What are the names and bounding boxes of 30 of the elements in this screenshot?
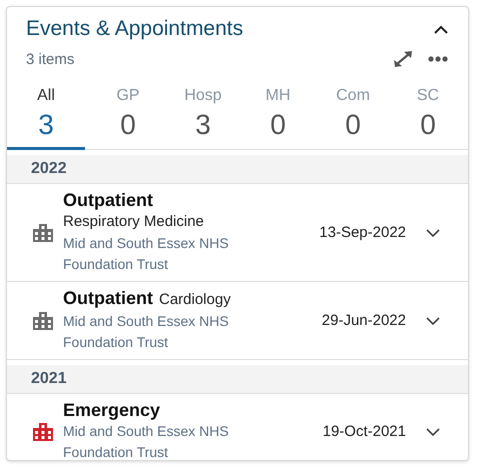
event-organisation: Mid and South Essex NHS Foundation Trust	[63, 234, 230, 274]
event-date: 29-Jun-2022	[322, 312, 406, 329]
event-type: Outpatient	[63, 288, 153, 309]
item-count: 3 items	[26, 50, 74, 68]
year-header: 2021	[7, 365, 468, 394]
event-date: 13-Sep-2022	[319, 224, 406, 241]
event-specialty: Cardiology	[159, 290, 231, 310]
chevron-down-icon[interactable]	[426, 428, 440, 436]
filter-tab[interactable]: Hosp 3	[171, 81, 235, 150]
event-organisation: Mid and South Essex NHS Foundation Trust	[63, 422, 230, 460]
filter-tab[interactable]: All 3	[7, 81, 85, 150]
event-row[interactable]: Emergency Mid and South Essex NHS Foundation Trust 19-Oct-2021	[7, 394, 468, 460]
event-type: Emergency	[63, 400, 160, 421]
filter-tab[interactable]: SC 0	[396, 81, 460, 150]
filter-tab[interactable]: Com 0	[321, 81, 385, 150]
event-type: Outpatient	[63, 190, 153, 211]
event-date: 19-Oct-2021	[322, 423, 406, 440]
more-icon[interactable]	[428, 56, 448, 62]
filter-tab[interactable]: GP 0	[96, 81, 160, 150]
event-specialty: Respiratory Medicine	[63, 212, 204, 232]
chevron-down-icon[interactable]	[426, 228, 440, 236]
filter-tab[interactable]: MH 0	[246, 81, 310, 150]
chevron-down-icon[interactable]	[426, 316, 440, 324]
year-header: 2022	[7, 155, 468, 184]
event-organisation: Mid and South Essex NHS Foundation Trust	[63, 312, 230, 352]
collapse-icon[interactable]	[434, 24, 448, 34]
card-title: Events & Appointments	[26, 17, 244, 41]
event-row[interactable]: Outpatient Cardiology Mid and South Essex NHS Foundation Trust 29-Jun-2022	[7, 282, 468, 360]
expand-icon[interactable]	[392, 49, 414, 69]
event-row[interactable]: Outpatient Respiratory Medicine Mid and South Essex NHS Foundation Trust 13-Sep-2022	[7, 184, 468, 282]
